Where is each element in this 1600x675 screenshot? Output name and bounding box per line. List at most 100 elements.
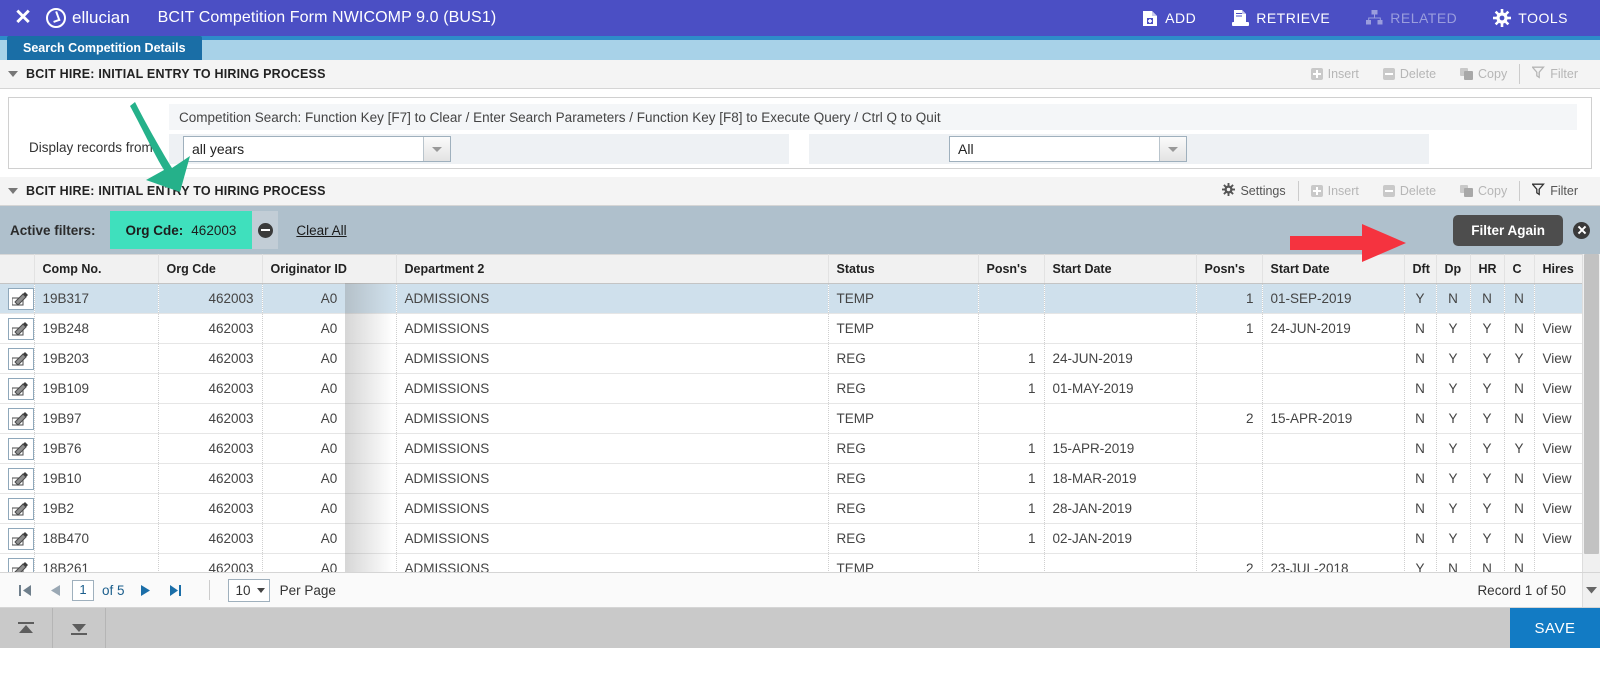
scope-combo[interactable]: All [949, 136, 1187, 162]
row-edit-cell[interactable] [0, 313, 35, 344]
cell-department-2[interactable]: ADMISSIONS [396, 523, 829, 554]
cell-hr[interactable]: Y [1470, 463, 1505, 494]
table-row[interactable]: 19B76 462003 A0 ADMISSIONS REG 1 15-APR-2019 N Y… [0, 433, 1598, 464]
cell-start-date-2[interactable] [1262, 493, 1405, 524]
cell-hr[interactable]: N [1470, 283, 1505, 314]
th-department-2[interactable]: Department 2 [396, 254, 829, 284]
cell-dft[interactable]: Y [1404, 283, 1437, 314]
cell-dft[interactable]: N [1404, 313, 1437, 344]
cell-hr[interactable]: Y [1470, 523, 1505, 554]
cell-comp-no[interactable]: 18B261 [34, 553, 159, 572]
delete-button-2[interactable]: Delete [1371, 181, 1448, 201]
delete-button-1[interactable]: Delete [1371, 64, 1448, 84]
cell-dp[interactable]: Y [1436, 523, 1471, 554]
cell-dp[interactable]: Y [1436, 343, 1471, 374]
table-row[interactable]: 19B248 462003 A0 ADMISSIONS TEMP 1 24-JUN-2019… [0, 313, 1598, 344]
previous-page-button[interactable] [40, 583, 70, 598]
close-filter-bar-icon[interactable] [1573, 221, 1590, 239]
cell-dp[interactable]: Y [1436, 493, 1471, 524]
cell-posns-1[interactable]: 1 [978, 373, 1045, 404]
cell-hr[interactable]: N [1470, 553, 1505, 572]
cell-c[interactable]: N [1504, 373, 1535, 404]
year-combo[interactable]: all years [183, 136, 451, 162]
cell-dft[interactable]: N [1404, 403, 1437, 434]
cell-comp-no[interactable]: 19B317 [34, 283, 159, 314]
cell-start-date-1[interactable]: 18-MAR-2019 [1044, 463, 1197, 494]
cell-department-2[interactable]: ADMISSIONS [396, 553, 829, 572]
tools-button[interactable]: TOOLS [1475, 0, 1586, 36]
cell-dp[interactable]: Y [1436, 463, 1471, 494]
cell-posns-1[interactable] [978, 553, 1045, 572]
cell-start-date-2[interactable] [1262, 433, 1405, 464]
cell-start-date-1[interactable]: 02-JAN-2019 [1044, 523, 1197, 554]
cell-comp-no[interactable]: 19B109 [34, 373, 159, 404]
cell-hr[interactable]: Y [1470, 403, 1505, 434]
cell-start-date-1[interactable] [1044, 553, 1197, 572]
filter-button-1[interactable]: Filter [1519, 64, 1590, 84]
cell-c[interactable]: Y [1504, 343, 1535, 374]
cell-start-date-1[interactable] [1044, 313, 1197, 344]
filter-again-button[interactable]: Filter Again [1453, 214, 1563, 246]
row-edit-icon[interactable] [8, 497, 33, 520]
cell-hr[interactable]: Y [1470, 433, 1505, 464]
tab-search-competition-details[interactable]: Search Competition Details [7, 36, 202, 60]
clear-all-link[interactable]: Clear All [296, 223, 346, 238]
cell-status[interactable]: REG [828, 343, 979, 374]
cell-posns-1[interactable]: 1 [978, 493, 1045, 524]
cell-org-cde[interactable]: 462003 [158, 313, 263, 344]
row-edit-cell[interactable] [0, 373, 35, 404]
cell-posns-1[interactable]: 1 [978, 343, 1045, 374]
th-start-date-1[interactable]: Start Date [1044, 254, 1197, 284]
cell-org-cde[interactable]: 462003 [158, 433, 263, 464]
cell-dft[interactable]: N [1404, 343, 1437, 374]
cell-c[interactable]: N [1504, 313, 1535, 344]
cell-start-date-1[interactable]: 01-MAY-2019 [1044, 373, 1197, 404]
row-edit-icon[interactable] [8, 437, 33, 460]
insert-button-1[interactable]: Insert [1299, 64, 1371, 84]
cell-c[interactable]: N [1504, 523, 1535, 554]
collapse-caret-icon-2[interactable] [8, 188, 18, 194]
cell-originator-id[interactable]: A0 [262, 493, 397, 524]
cell-posns-2[interactable] [1196, 463, 1263, 494]
row-edit-icon[interactable] [8, 377, 33, 400]
cell-start-date-2[interactable]: 01-SEP-2019 [1262, 283, 1405, 314]
cell-status[interactable]: REG [828, 493, 979, 524]
first-page-button[interactable] [10, 583, 40, 598]
filter-button-2[interactable]: Filter [1519, 181, 1590, 201]
row-edit-cell[interactable] [0, 463, 35, 494]
cell-comp-no[interactable]: 19B10 [34, 463, 159, 494]
cell-start-date-1[interactable] [1044, 283, 1197, 314]
cell-start-date-2[interactable]: 24-JUN-2019 [1262, 313, 1405, 344]
cell-posns-2[interactable] [1196, 493, 1263, 524]
cell-dp[interactable]: N [1436, 553, 1471, 572]
th-start-date-2[interactable]: Start Date [1262, 254, 1405, 284]
row-edit-icon[interactable] [8, 527, 33, 550]
th-dp[interactable]: Dp [1436, 254, 1471, 284]
cell-originator-id[interactable]: A0 [262, 553, 397, 572]
cell-org-cde[interactable]: 462003 [158, 553, 263, 572]
copy-button-2[interactable]: Copy [1448, 181, 1519, 201]
cell-c[interactable]: N [1504, 403, 1535, 434]
cell-posns-2[interactable] [1196, 523, 1263, 554]
cell-org-cde[interactable]: 462003 [158, 463, 263, 494]
table-row[interactable]: 18B470 462003 A0 ADMISSIONS REG 1 02-JAN-2019 N… [0, 523, 1598, 554]
table-row[interactable]: 19B109 462003 A0 ADMISSIONS REG 1 01-MAY-2019 N… [0, 373, 1598, 404]
cell-start-date-1[interactable]: 24-JUN-2019 [1044, 343, 1197, 374]
cell-org-cde[interactable]: 462003 [158, 343, 263, 374]
cell-posns-2[interactable]: 1 [1196, 283, 1263, 314]
cell-status[interactable]: TEMP [828, 283, 979, 314]
row-edit-cell[interactable] [0, 343, 35, 374]
row-edit-cell[interactable] [0, 403, 35, 434]
cell-posns-1[interactable] [978, 313, 1045, 344]
th-posns-2[interactable]: Posn's [1196, 254, 1263, 284]
cell-org-cde[interactable]: 462003 [158, 373, 263, 404]
row-edit-icon[interactable] [8, 347, 33, 370]
cell-posns-2[interactable]: 1 [1196, 313, 1263, 344]
cell-originator-id[interactable]: A0 [262, 433, 397, 464]
cell-dp[interactable]: Y [1436, 313, 1471, 344]
page-number-input[interactable]: 1 [72, 579, 94, 601]
cell-department-2[interactable]: ADMISSIONS [396, 343, 829, 374]
cell-dp[interactable]: Y [1436, 373, 1471, 404]
cell-start-date-2[interactable] [1262, 373, 1405, 404]
table-vertical-scrollbar[interactable] [1582, 254, 1600, 572]
